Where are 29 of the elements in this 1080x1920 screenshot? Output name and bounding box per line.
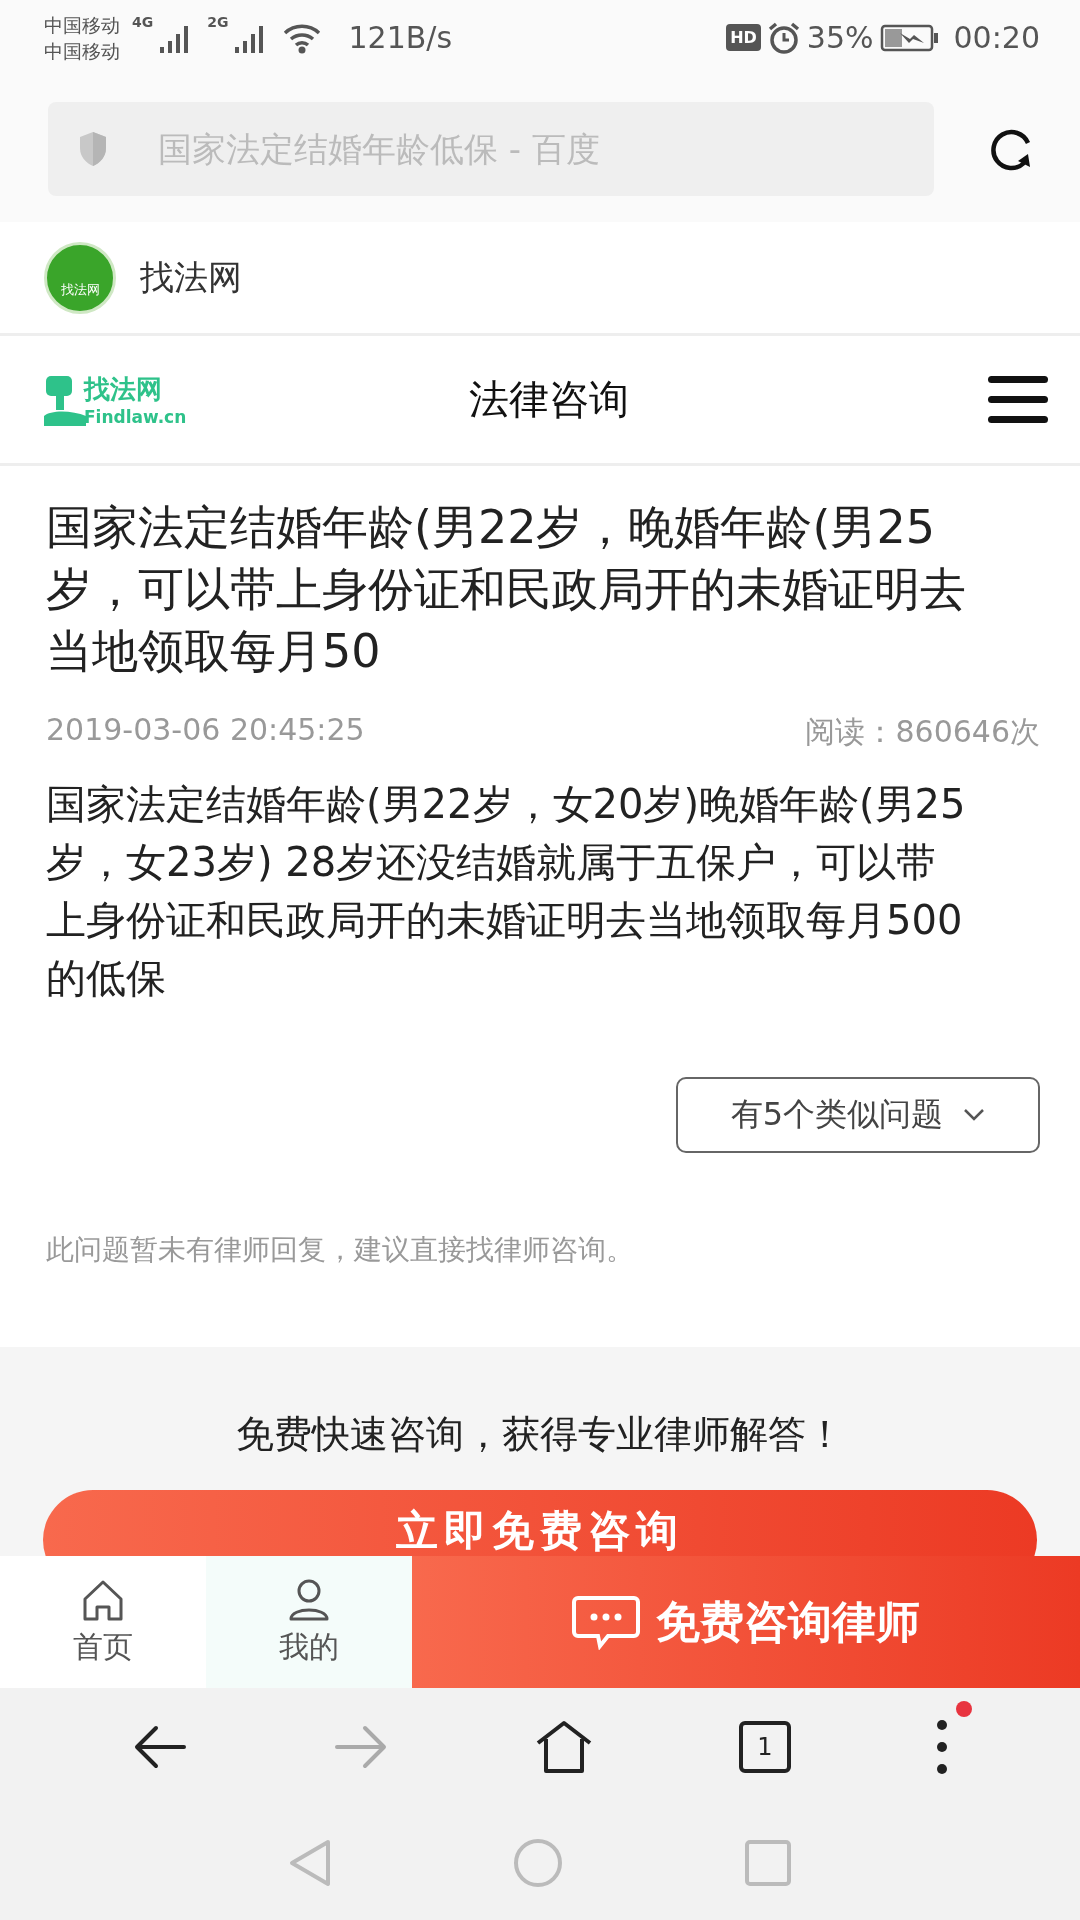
consult-lawyer-button[interactable]: 免费咨询律师	[412, 1556, 1080, 1688]
question-body: 国家法定结婚年龄(男22岁，女20岁)晚婚年龄(男25岁，女23岁) 28岁还没结婚就属于五保户，可以带上身份证和民政局开的未婚证明去当地领取每月500的低保	[46, 780, 967, 1003]
chevron-down-icon	[963, 1108, 986, 1122]
similar-questions-button[interactable]: 有5个类似问题	[676, 1077, 1040, 1153]
chat-icon	[572, 1594, 640, 1650]
logo-text: 找法网	[60, 280, 100, 299]
post-date: 2019-03-06 20:45:25	[46, 712, 365, 749]
notice-text: 此问题暂未有律师回复，建议直接找律师咨询。	[46, 1232, 635, 1268]
alarm-icon	[766, 20, 801, 55]
carrier-name: 中国移动	[44, 12, 120, 38]
battery-icon	[879, 22, 940, 53]
logo-text: 找法网	[84, 373, 163, 406]
carrier-name: 中国移动	[44, 38, 120, 64]
read-count: 阅读：860646次	[805, 713, 1040, 751]
clock: 00:20	[953, 20, 1040, 55]
page-title: 法律咨询	[469, 375, 629, 424]
network-speed: 121B/s	[348, 20, 453, 55]
nav-tab[interactable]: 我的	[206, 1556, 412, 1688]
promo-heading: 免费快速咨询，获得专业律师解答！	[236, 1411, 844, 1458]
question-title: 国家法定结婚年龄(男22岁，晚婚年龄(男25岁，可以带上身份证和民政局开的未婚证明去当地领取每月50	[46, 499, 967, 680]
network-type: 4G	[132, 14, 154, 30]
home-icon[interactable]	[534, 1718, 594, 1775]
more-icon[interactable]	[935, 1718, 948, 1775]
logo-text: Findlaw.cn	[84, 407, 187, 427]
network-type: 2G	[207, 14, 229, 30]
hd-badge: HD	[726, 24, 761, 51]
battery-percent: 35%	[806, 20, 874, 55]
site-name: 找法网	[140, 255, 242, 299]
tabs-button[interactable]: 1	[738, 1720, 791, 1773]
